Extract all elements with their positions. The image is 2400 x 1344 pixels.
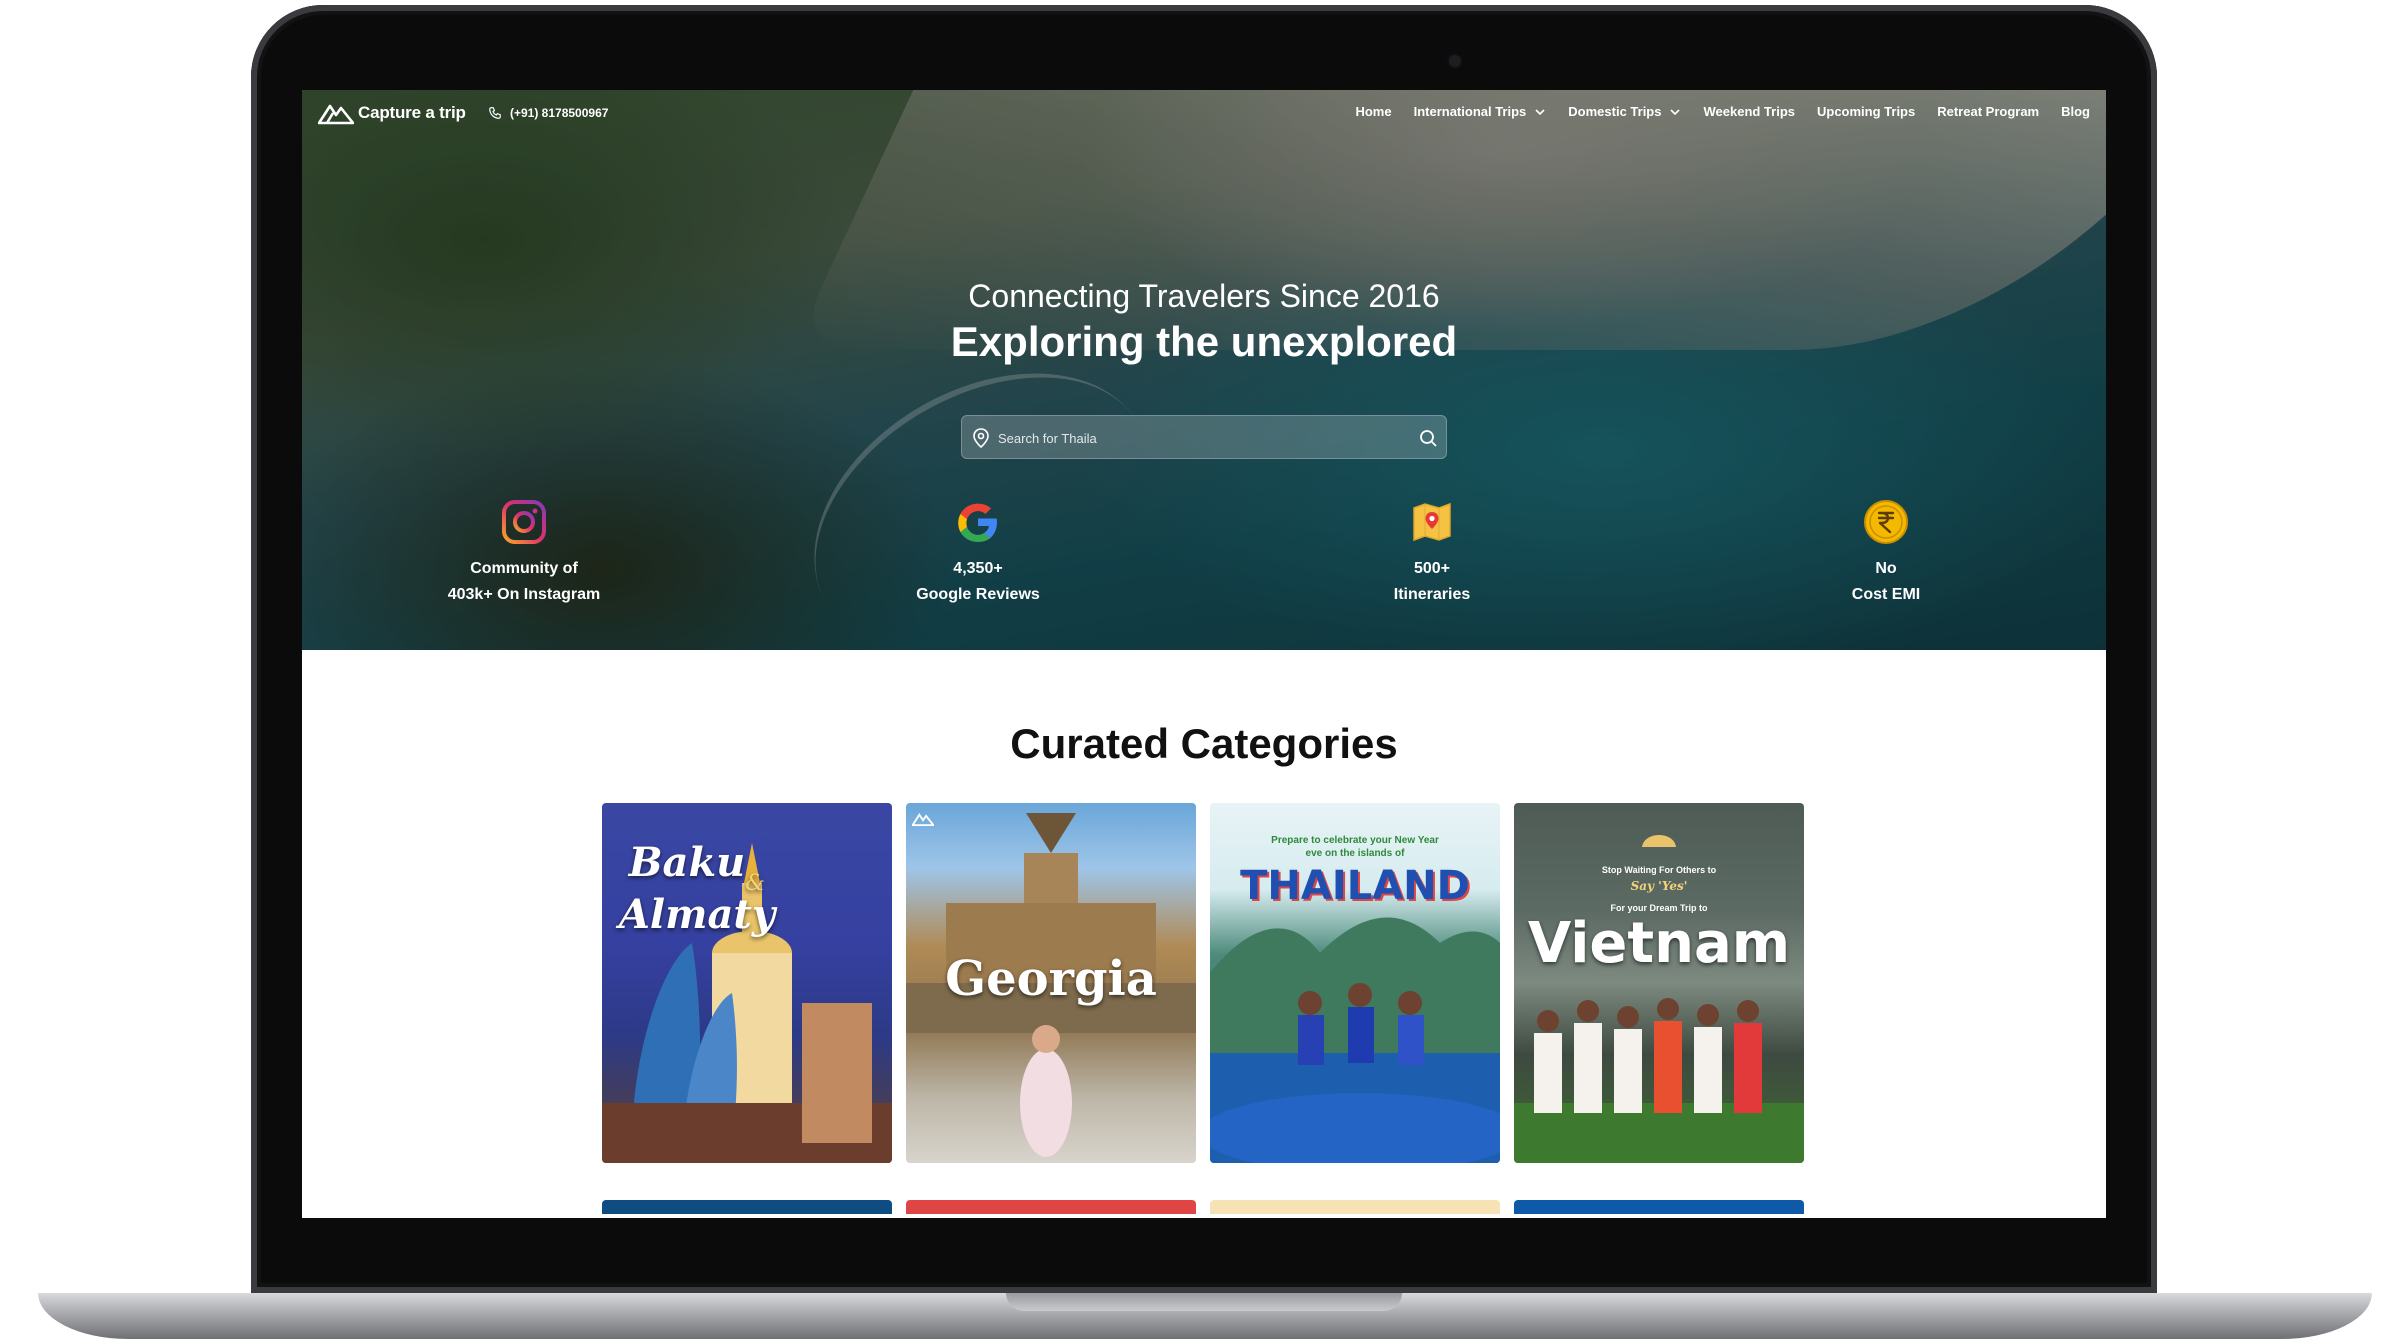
hero-section: Capture a trip (+91) 8178500967 Home Int…: [302, 90, 2106, 650]
webcam: [1449, 55, 1461, 67]
category-card-peek[interactable]: [1514, 1200, 1804, 1214]
nav-blog[interactable]: Blog: [2061, 104, 2090, 119]
nav-home[interactable]: Home: [1355, 104, 1391, 119]
hero-tagline: Connecting Travelers Since 2016: [968, 278, 1440, 314]
chevron-down-icon: [1535, 108, 1545, 115]
nav-international-trips[interactable]: International Trips: [1414, 104, 1547, 119]
hero-headline: Exploring the unexplored: [950, 318, 1458, 365]
rupee-coin-icon: [1864, 500, 1908, 544]
stat-no-cost-emi: No Cost EMI: [1756, 498, 2016, 608]
search-input[interactable]: [996, 416, 1400, 460]
laptop-notch: [1006, 1293, 1402, 1311]
browser-screen: Capture a trip (+91) 8178500967 Home Int…: [302, 90, 2106, 1218]
nav-domestic-trips[interactable]: Domestic Trips: [1568, 104, 1681, 119]
category-card-thailand[interactable]: Prepare to celebrate your New Year eve o…: [1210, 803, 1500, 1163]
logo-text: Capture a trip: [358, 103, 466, 122]
search-icon[interactable]: [1418, 428, 1438, 448]
site-logo[interactable]: Capture a trip: [318, 100, 466, 126]
chevron-down-icon: [1670, 108, 1681, 115]
top-nav: Capture a trip (+91) 8178500967 Home Int…: [302, 90, 2106, 144]
nav-weekend-trips[interactable]: Weekend Trips: [1703, 104, 1795, 119]
map-pin-icon: [1413, 502, 1451, 542]
stat-itineraries: 500+ Itineraries: [1302, 498, 1562, 608]
nav-retreat-program[interactable]: Retreat Program: [1937, 104, 2039, 119]
category-card-peek[interactable]: [602, 1200, 892, 1214]
stat-google-reviews: 4,350+ Google Reviews: [848, 498, 1108, 608]
stat-instagram: Community of 403k+ On Instagram: [394, 498, 654, 608]
phone-link[interactable]: (+91) 8178500967: [488, 106, 608, 120]
mountain-logo-icon: [318, 104, 354, 125]
curated-categories-title: Curated Categories: [1010, 720, 1398, 767]
instagram-icon: [502, 500, 546, 544]
phone-icon: [489, 107, 501, 119]
mountain-logo-icon: [912, 813, 934, 827]
nav-upcoming-trips[interactable]: Upcoming Trips: [1817, 104, 1915, 119]
category-card-vietnam[interactable]: Stop Waiting For Others to Say 'Yes' For…: [1514, 803, 1804, 1163]
google-icon: [958, 503, 997, 542]
vietnam-group-illustration: [1514, 835, 1804, 1163]
main-menu: Home International Trips Domestic Trips …: [1333, 104, 2090, 119]
category-card-peek[interactable]: [1210, 1200, 1500, 1214]
phone-number: (+91) 8178500967: [510, 106, 609, 120]
location-pin-icon: [973, 428, 989, 448]
destination-search: [961, 415, 1447, 460]
category-card-georgia[interactable]: Georgia: [906, 803, 1196, 1163]
category-card-baku-almaty[interactable]: Baku & Almaty: [602, 803, 892, 1163]
category-card-peek[interactable]: [906, 1200, 1196, 1214]
